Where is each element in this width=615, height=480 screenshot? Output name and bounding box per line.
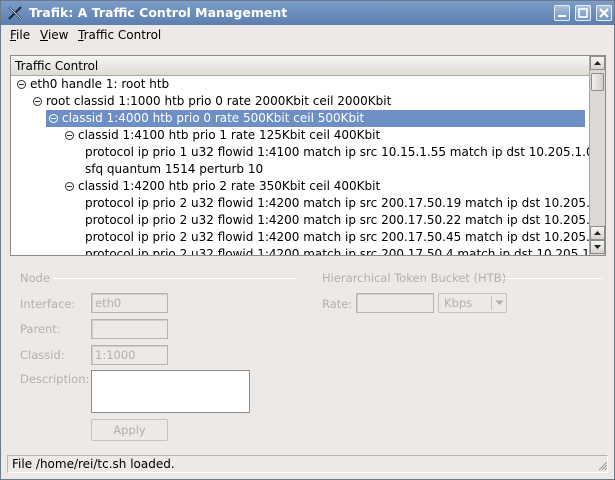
maximize-button[interactable]: [575, 5, 591, 21]
tree-row[interactable]: root classid 1:1000 htb prio 0 rate 2000…: [11, 93, 590, 110]
parent-field[interactable]: [91, 319, 168, 339]
tree-row-label: sfq quantum 1514 perturb 10: [85, 162, 264, 176]
minimize-icon: [558, 15, 566, 17]
app-window: Trafik: A Traffic Control Management Fil…: [0, 0, 615, 480]
tree-row-label: eth0 handle 1: root htb: [30, 77, 170, 91]
tree-vertical-scrollbar[interactable]: [589, 56, 605, 255]
tree-row-label: classid 1:4100 htb prio 1 rate 125Kbit c…: [78, 128, 381, 142]
scroll-up-button[interactable]: [590, 56, 605, 70]
tree-row-label: classid 1:4000 htb prio 0 rate 500Kbit c…: [62, 111, 365, 125]
resize-grip-icon[interactable]: [596, 459, 608, 471]
combo-divider: [491, 296, 492, 310]
menu-file[interactable]: File: [10, 28, 30, 42]
interface-label: Interface:: [20, 297, 76, 311]
menu-traffic-control[interactable]: Traffic Control: [78, 28, 161, 42]
arrow-up-icon: [594, 61, 601, 65]
classid-label: Classid:: [20, 348, 65, 362]
tree-row[interactable]: protocol ip prio 2 u32 flowid 1:4200 mat…: [11, 229, 590, 246]
tree-row[interactable]: eth0 handle 1: root htb: [11, 76, 590, 93]
menu-view[interactable]: View: [40, 28, 68, 42]
tree-body[interactable]: eth0 handle 1: root htb root classid 1:10…: [11, 76, 590, 255]
tree-row-label: protocol ip prio 1 u32 flowid 1:4100 mat…: [85, 145, 590, 159]
close-icon: [599, 8, 609, 18]
collapse-icon[interactable]: [33, 97, 42, 106]
tree-row-label: protocol ip prio 2 u32 flowid 1:4200 mat…: [85, 196, 590, 210]
description-label: Description:: [20, 372, 90, 386]
tree-row-label: classid 1:4200 htb prio 2 rate 350Kbit c…: [78, 179, 381, 193]
htb-section-separator: [503, 278, 603, 279]
apply-button[interactable]: Apply: [91, 419, 168, 441]
x-logo-icon: [8, 6, 22, 20]
node-section-separator: [53, 278, 297, 279]
node-section-title: Node: [20, 271, 51, 285]
tree-column-header[interactable]: Traffic Control: [11, 56, 590, 76]
tree-row-selected[interactable]: classid 1:4000 htb prio 0 rate 500Kbit c…: [11, 110, 590, 127]
tree-row[interactable]: protocol ip prio 2 u32 flowid 1:4200 mat…: [11, 246, 590, 255]
arrow-up-icon: [594, 231, 601, 235]
rate-label: Rate:: [322, 297, 353, 311]
rate-unit-value: Kbps: [444, 296, 473, 310]
traffic-control-tree[interactable]: Traffic Control eth0 handle 1: root htb r…: [10, 55, 606, 256]
window-title: Trafik: A Traffic Control Management: [29, 5, 288, 20]
classid-field[interactable]: 1:1000: [91, 345, 168, 365]
tree-row-label: root classid 1:1000 htb prio 0 rate 2000…: [46, 94, 392, 108]
rate-unit-combo[interactable]: Kbps: [438, 293, 507, 313]
tree-row[interactable]: protocol ip prio 2 u32 flowid 1:4200 mat…: [11, 195, 590, 212]
chevron-down-icon: [495, 300, 504, 305]
scroll-up-button-lower[interactable]: [590, 226, 605, 240]
collapse-icon[interactable]: [17, 80, 26, 89]
menu-bar: File View Traffic Control: [1, 25, 614, 47]
tree-row[interactable]: protocol ip prio 2 u32 flowid 1:4200 mat…: [11, 212, 590, 229]
status-bar: File /home/rei/tc.sh loaded.: [7, 455, 608, 473]
parent-label: Parent:: [20, 322, 61, 336]
tree-row[interactable]: protocol ip prio 1 u32 flowid 1:4100 mat…: [11, 144, 590, 161]
collapse-icon[interactable]: [65, 131, 74, 140]
htb-section-title: Hierarchical Token Bucket (HTB): [322, 271, 507, 285]
rate-field[interactable]: [356, 293, 434, 313]
collapse-icon[interactable]: [49, 114, 58, 123]
minimize-button[interactable]: [554, 5, 570, 21]
maximize-icon: [578, 8, 588, 18]
arrow-down-icon: [594, 245, 601, 249]
tree-row[interactable]: classid 1:4100 htb prio 1 rate 125Kbit c…: [11, 127, 590, 144]
tree-row[interactable]: classid 1:4200 htb prio 2 rate 350Kbit c…: [11, 178, 590, 195]
tree-row-label: protocol ip prio 2 u32 flowid 1:4200 mat…: [85, 247, 590, 255]
scroll-down-button[interactable]: [590, 240, 605, 254]
interface-field[interactable]: eth0: [91, 293, 168, 313]
scroll-thumb[interactable]: [591, 73, 604, 91]
tree-row-label: protocol ip prio 2 u32 flowid 1:4200 mat…: [85, 230, 590, 244]
description-textarea[interactable]: [91, 370, 250, 413]
title-bar[interactable]: Trafik: A Traffic Control Management: [1, 1, 614, 25]
close-button[interactable]: [596, 5, 612, 21]
tree-row-label: protocol ip prio 2 u32 flowid 1:4200 mat…: [85, 213, 590, 227]
collapse-icon[interactable]: [65, 182, 74, 191]
tree-row[interactable]: sfq quantum 1514 perturb 10: [11, 161, 590, 178]
